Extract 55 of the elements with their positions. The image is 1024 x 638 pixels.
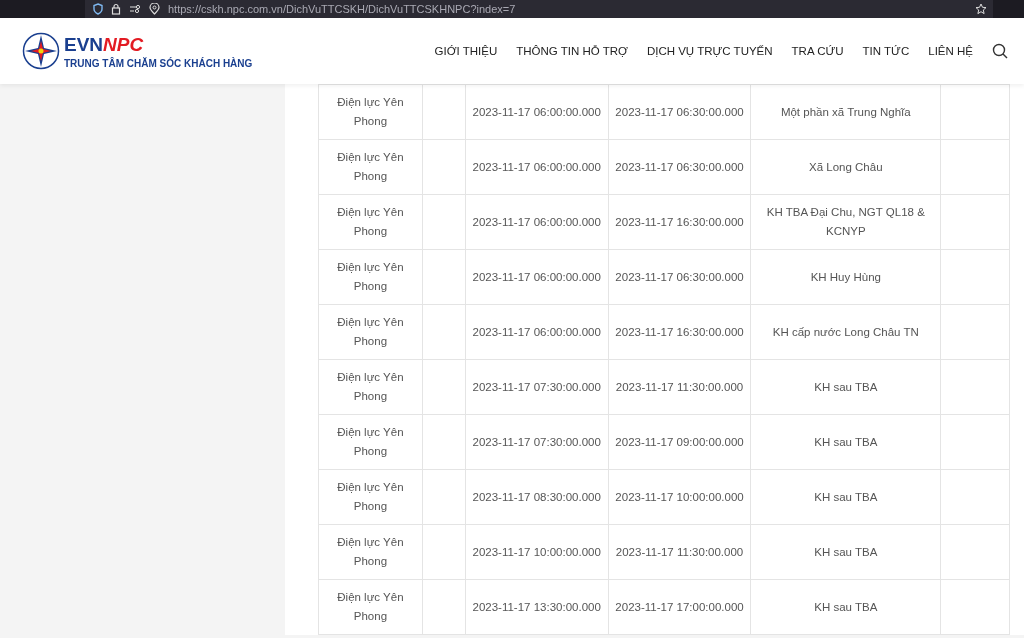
table-cell: 2023-11-17 07:30:00.000 [465,359,609,415]
table-cell: Điện lực Yên Phong [318,469,423,525]
table-cell: 2023-11-17 09:00:00.000 [608,414,751,470]
table-cell: 2023-11-17 10:00:00.000 [465,524,609,580]
nav-link[interactable]: GIỚI THIỆU [434,45,498,57]
table-cell: KH Huy Hùng [750,249,941,305]
table-cell: 2023-11-17 06:30:00.000 [608,84,751,140]
table-cell: Điện lực Yên Phong [318,359,423,415]
table-cell: 2023-11-17 17:00:00.000 [608,579,751,635]
nav-link[interactable]: LIÊN HỆ [928,45,973,57]
search-icon[interactable] [992,43,1008,59]
logo-subtitle: TRUNG TÂM CHĂM SÓC KHÁCH HÀNG [64,57,253,69]
table-cell: 2023-11-17 06:00:00.000 [465,84,609,140]
table-cell: Điện lực Yên Phong [318,84,423,140]
logo-brand[interactable]: EVNNPC [64,33,253,56]
table-cell: Điện lực Yên Phong [318,249,423,305]
permissions-icon[interactable] [129,4,141,14]
table-cell: Một phần xã Trung Nghĩa [750,84,941,140]
table-cell: 2023-11-17 06:00:00.000 [465,194,609,250]
table-cell: 2023-11-17 06:30:00.000 [608,249,751,305]
lock-icon[interactable] [111,3,121,15]
table-cell: Điện lực Yên Phong [318,524,423,580]
table-cell: 2023-11-17 11:30:00.000 [608,524,751,580]
table-cell: 2023-11-17 06:00:00.000 [465,249,609,305]
table-cell: KH sau TBA [750,414,941,470]
table-cell: 2023-11-17 16:30:00.000 [608,304,751,360]
table-cell: Điện lực Yên Phong [318,194,423,250]
table-cell: 2023-11-17 11:30:00.000 [608,359,751,415]
table-cell: Xã Long Châu [750,139,941,195]
table-cell: KH TBA Đại Chu, NGT QL18 & KCNYP [750,194,941,250]
table-cell: 2023-11-17 06:00:00.000 [465,304,609,360]
star-icon[interactable] [975,3,987,15]
shield-icon[interactable] [93,3,103,15]
nav-link[interactable]: TIN TỨC [862,45,910,57]
table-cell: 2023-11-17 13:30:00.000 [465,579,609,635]
table-cell: KH cấp nước Long Châu TN [750,304,941,360]
table-cell: 2023-11-17 08:30:00.000 [465,469,609,525]
table-cell: 2023-11-17 07:30:00.000 [465,414,609,470]
table-cell: 2023-11-17 06:00:00.000 [465,139,609,195]
compass-star-logo-icon[interactable] [22,32,60,70]
table-cell: Điện lực Yên Phong [318,139,423,195]
table-cell: KH sau TBA [750,524,941,580]
nav-link[interactable]: DỊCH VỤ TRỰC TUYẾN [646,45,773,57]
table-cell: 2023-11-17 16:30:00.000 [608,194,751,250]
location-icon[interactable] [149,3,160,15]
table-cell: KH sau TBA [750,359,941,415]
table-cell: Điện lực Yên Phong [318,579,423,635]
table-cell: Điện lực Yên Phong [318,414,423,470]
table-cell: KH sau TBA [750,469,941,525]
nav-link[interactable]: THÔNG TIN HỖ TRỢ [516,45,628,57]
table-cell: 2023-11-17 10:00:00.000 [608,469,751,525]
table-cell: Điện lực Yên Phong [318,304,423,360]
table-cell: KH sau TBA [750,579,941,635]
table-cell: 2023-11-17 06:30:00.000 [608,139,751,195]
nav-link[interactable]: TRA CỨU [791,45,844,57]
